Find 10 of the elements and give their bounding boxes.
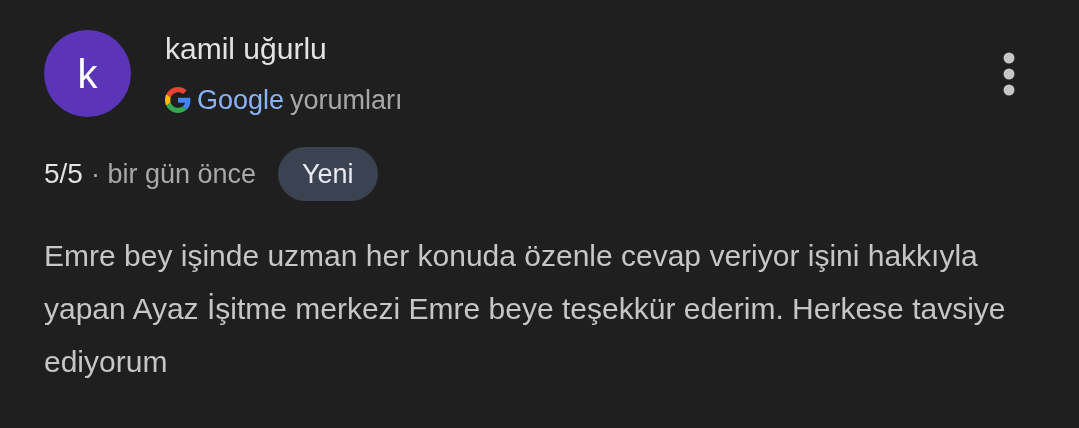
review-time: · bir gün önce — [90, 157, 257, 191]
author-name: kamil uğurlu — [165, 31, 328, 67]
source-brand: Google — [197, 84, 285, 116]
review-text: Emre bey işinde uzman her konuda özenle cevap veriyor işini hakkıyla yapan Ayaz İşitme merkezi Emre beye teşekkür ederim. Herkese tavsiye ediyorum — [44, 238, 1007, 380]
source-label: yorumları — [290, 84, 403, 116]
avatar: k — [44, 30, 131, 117]
new-badge: Yeni — [278, 147, 378, 201]
rating: 5/5 — [44, 157, 83, 191]
google-logo-icon — [165, 87, 191, 113]
more-options-icon[interactable] — [1003, 52, 1015, 96]
